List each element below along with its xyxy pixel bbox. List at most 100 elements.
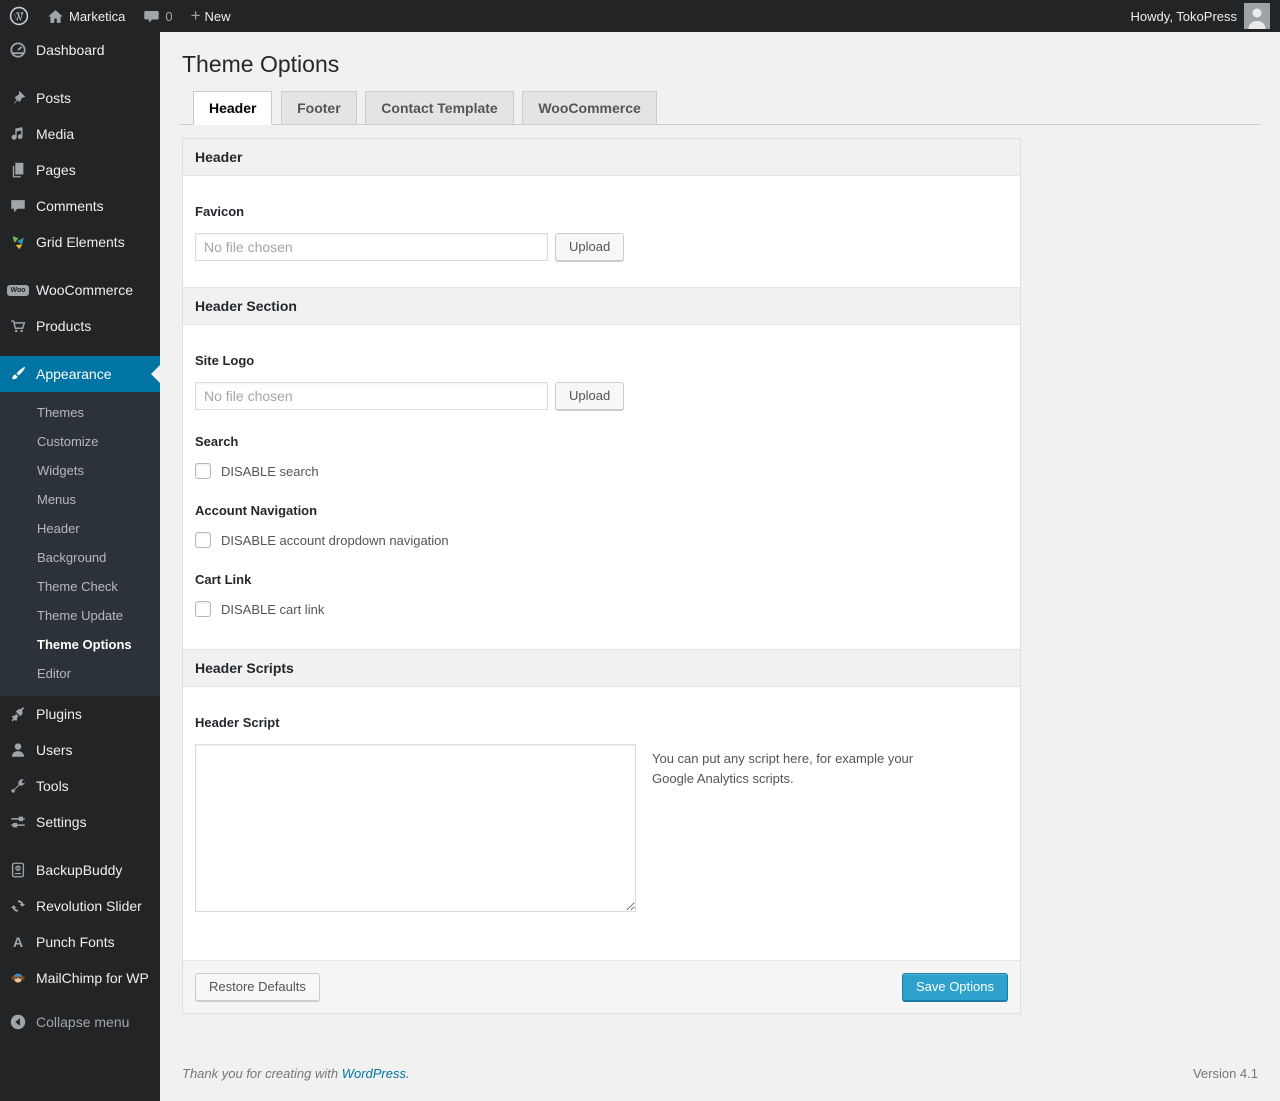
woocommerce-badge-icon: Woo bbox=[7, 280, 29, 300]
favicon-upload-button[interactable]: Upload bbox=[555, 233, 625, 261]
sidebar-item-posts[interactable]: Posts bbox=[0, 80, 160, 116]
admin-sidebar: Dashboard Posts Media Pages Comments Gri… bbox=[0, 32, 160, 1101]
header-script-textarea[interactable] bbox=[195, 744, 636, 912]
sidebar-item-pages[interactable]: Pages bbox=[0, 152, 160, 188]
plugin-icon bbox=[8, 704, 28, 724]
save-options-button[interactable]: Save Options bbox=[901, 973, 1008, 1001]
page-title: Theme Options bbox=[182, 51, 340, 77]
account-menu[interactable]: Howdy, TokoPress bbox=[1122, 0, 1280, 32]
disable-search-label: DISABLE search bbox=[221, 463, 319, 479]
submenu-item-themes[interactable]: Themes bbox=[0, 398, 160, 427]
dashboard-icon bbox=[8, 40, 28, 60]
submenu-item-theme-check[interactable]: Theme Check bbox=[0, 572, 160, 601]
wordpress-logo-menu[interactable] bbox=[0, 0, 38, 32]
theme-options-panel: Header Favicon Upload Header Section Sit… bbox=[182, 138, 1021, 1014]
sidebar-item-label: Revolution Slider bbox=[36, 898, 142, 914]
comments-menu[interactable]: 0 bbox=[134, 0, 181, 32]
sidebar-item-appearance[interactable]: Appearance bbox=[0, 356, 160, 392]
sidebar-item-revolution-slider[interactable]: Revolution Slider bbox=[0, 888, 160, 924]
sidebar-item-label: BackupBuddy bbox=[36, 862, 123, 878]
sidebar-item-settings[interactable]: Settings bbox=[0, 804, 160, 840]
submenu-item-customize[interactable]: Customize bbox=[0, 427, 160, 456]
media-icon bbox=[8, 124, 28, 144]
site-logo-label: Site Logo bbox=[195, 353, 255, 368]
sidebar-item-comments[interactable]: Comments bbox=[0, 188, 160, 224]
sidebar-item-punch-fonts[interactable]: A Punch Fonts bbox=[0, 924, 160, 960]
howdy-label: Howdy, TokoPress bbox=[1130, 8, 1237, 24]
sidebar-item-users[interactable]: Users bbox=[0, 732, 160, 768]
sidebar-item-label: Pages bbox=[36, 162, 76, 178]
tab-header[interactable]: Header bbox=[193, 91, 273, 125]
new-content-menu[interactable]: + New bbox=[182, 0, 240, 32]
sidebar-item-label: Users bbox=[36, 742, 73, 758]
cart-icon bbox=[8, 316, 28, 336]
footer-thanks-prefix: Thank you for creating with bbox=[182, 1065, 339, 1081]
wordpress-logo-icon bbox=[9, 6, 29, 26]
header-script-label: Header Script bbox=[195, 715, 280, 730]
favicon-file-input[interactable] bbox=[195, 233, 548, 261]
sidebar-item-label: Settings bbox=[36, 814, 87, 830]
sidebar-item-tools[interactable]: Tools bbox=[0, 768, 160, 804]
submenu-item-editor[interactable]: Editor bbox=[0, 659, 160, 688]
disable-cart-link-label: DISABLE cart link bbox=[221, 601, 325, 617]
panel-footer: Restore Defaults Save Options bbox=[183, 960, 1020, 1013]
submenu-item-menus[interactable]: Menus bbox=[0, 485, 160, 514]
search-label: Search bbox=[195, 434, 239, 449]
sidebar-item-label: Appearance bbox=[36, 366, 112, 382]
menu-separator bbox=[0, 260, 160, 272]
main-content: Theme Options Header Footer Contact Temp… bbox=[160, 32, 1280, 1101]
collapse-arrow-icon bbox=[8, 1012, 28, 1032]
pushpin-icon bbox=[8, 88, 28, 108]
sidebar-item-plugins[interactable]: Plugins bbox=[0, 696, 160, 732]
user-icon bbox=[8, 740, 28, 760]
backup-drive-icon bbox=[8, 860, 28, 880]
section-header-scripts-title: Header Scripts bbox=[183, 649, 1020, 687]
monkey-icon bbox=[8, 968, 28, 988]
menu-separator bbox=[0, 344, 160, 356]
grid-elements-icon bbox=[8, 232, 28, 252]
sidebar-item-label: Collapse menu bbox=[36, 1014, 130, 1030]
tab-bar: Header Footer Contact Template WooCommer… bbox=[180, 85, 1260, 125]
site-logo-file-input[interactable] bbox=[195, 382, 548, 410]
sidebar-item-label: Tools bbox=[36, 778, 69, 794]
appearance-submenu: Themes Customize Widgets Menus Header Ba… bbox=[0, 392, 160, 696]
pages-icon bbox=[8, 160, 28, 180]
favicon-label: Favicon bbox=[195, 204, 245, 219]
letter-a-icon: A bbox=[12, 934, 24, 950]
submenu-item-widgets[interactable]: Widgets bbox=[0, 456, 160, 485]
site-name-menu[interactable]: Marketica bbox=[38, 0, 134, 32]
disable-cart-link-checkbox[interactable] bbox=[195, 601, 211, 617]
comment-bubble-icon bbox=[143, 8, 160, 25]
sidebar-item-products[interactable]: Products bbox=[0, 308, 160, 344]
submenu-item-theme-options[interactable]: Theme Options bbox=[0, 630, 160, 659]
sidebar-item-woocommerce[interactable]: Woo WooCommerce bbox=[0, 272, 160, 308]
sidebar-item-media[interactable]: Media bbox=[0, 116, 160, 152]
site-logo-upload-button[interactable]: Upload bbox=[555, 382, 625, 410]
sidebar-item-label: WooCommerce bbox=[36, 282, 133, 298]
submenu-item-background[interactable]: Background bbox=[0, 543, 160, 572]
submenu-item-header[interactable]: Header bbox=[0, 514, 160, 543]
sidebar-item-backupbuddy[interactable]: BackupBuddy bbox=[0, 852, 160, 888]
sidebar-item-collapse-menu[interactable]: Collapse menu bbox=[0, 1004, 160, 1040]
footer-version: Version 4.1 bbox=[1192, 1065, 1258, 1081]
tab-contact-template[interactable]: Contact Template bbox=[365, 91, 514, 124]
home-icon bbox=[47, 8, 64, 25]
sidebar-item-grid-elements[interactable]: Grid Elements bbox=[0, 224, 160, 260]
wordpress-link[interactable]: WordPress. bbox=[342, 1066, 410, 1081]
restore-defaults-button[interactable]: Restore Defaults bbox=[195, 973, 320, 1001]
cart-link-label: Cart Link bbox=[195, 572, 252, 587]
sidebar-item-label: Grid Elements bbox=[36, 234, 125, 250]
sidebar-item-dashboard[interactable]: Dashboard bbox=[0, 32, 160, 68]
plus-icon: + bbox=[190, 5, 201, 25]
cycle-arrows-icon bbox=[8, 896, 28, 916]
account-navigation-label: Account Navigation bbox=[195, 503, 318, 518]
tab-footer[interactable]: Footer bbox=[281, 91, 357, 124]
disable-account-nav-checkbox[interactable] bbox=[195, 532, 211, 548]
sidebar-item-label: Media bbox=[36, 126, 75, 142]
disable-search-checkbox[interactable] bbox=[195, 463, 211, 479]
sidebar-item-label: Punch Fonts bbox=[36, 934, 115, 950]
sidebar-item-label: Posts bbox=[36, 90, 72, 106]
submenu-item-theme-update[interactable]: Theme Update bbox=[0, 601, 160, 630]
tab-woocommerce[interactable]: WooCommerce bbox=[522, 91, 657, 124]
sidebar-item-mailchimp[interactable]: MailChimp for WP bbox=[0, 960, 160, 996]
